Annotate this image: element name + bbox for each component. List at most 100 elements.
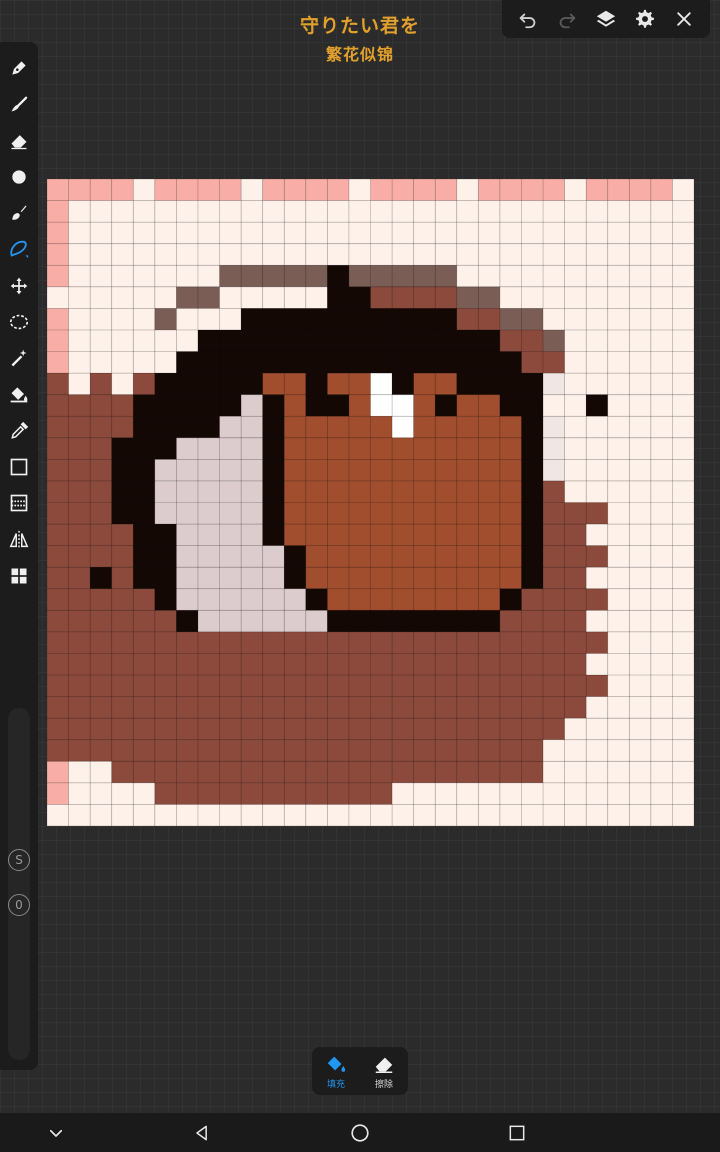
pixel-cell[interactable] [456, 179, 479, 201]
pixel-cell[interactable] [111, 739, 134, 762]
pixel-cell[interactable] [197, 373, 220, 395]
pixel-cell[interactable] [499, 200, 522, 223]
pixel-cell[interactable] [47, 524, 69, 546]
pixel-cell[interactable] [241, 610, 263, 632]
pixel-cell[interactable] [607, 567, 630, 589]
pixel-cell[interactable] [370, 480, 393, 503]
pixel-cell[interactable] [564, 567, 587, 589]
pixel-cell[interactable] [327, 480, 349, 503]
pixel-cell[interactable] [543, 610, 565, 632]
pixel-cell[interactable] [392, 567, 414, 589]
pixel-cell[interactable] [370, 631, 393, 654]
pixel-cell[interactable] [133, 373, 155, 395]
pixel-cell[interactable] [197, 761, 220, 783]
pixel-cell[interactable] [262, 394, 285, 417]
pixel-cell[interactable] [456, 394, 479, 417]
pixel-cell[interactable] [111, 286, 134, 309]
pixel-cell[interactable] [499, 416, 522, 438]
pixel-cell[interactable] [413, 567, 436, 589]
pixel-cell[interactable] [90, 739, 112, 762]
grid-apps-icon[interactable] [5, 562, 33, 590]
pixel-cell[interactable] [241, 200, 263, 223]
pixel-cell[interactable] [586, 588, 608, 611]
pixel-cell[interactable] [133, 351, 155, 374]
pixel-cell[interactable] [47, 567, 69, 589]
pixel-cell[interactable] [392, 761, 414, 783]
pixel-cell[interactable] [543, 718, 565, 740]
pixel-cell[interactable] [564, 804, 587, 826]
pixel-cell[interactable] [241, 373, 263, 395]
pixel-cell[interactable] [435, 631, 457, 654]
pixel-cell[interactable] [478, 545, 500, 568]
pixel-cell[interactable] [413, 739, 436, 762]
pixel-cell[interactable] [629, 739, 651, 762]
pixel-cell[interactable] [111, 459, 134, 481]
pixel-cell[interactable] [629, 696, 651, 719]
pixel-cell[interactable] [90, 265, 112, 287]
pixel-cell[interactable] [241, 782, 263, 805]
pixel-cell[interactable] [327, 739, 349, 762]
pixel-cell[interactable] [327, 308, 349, 330]
pixel-canvas[interactable] [47, 179, 694, 826]
pixel-cell[interactable] [543, 222, 565, 244]
pixel-cell[interactable] [68, 459, 91, 481]
pixel-cell[interactable] [133, 739, 155, 762]
pixel-cell[interactable] [586, 200, 608, 223]
pixel-cell[interactable] [133, 610, 155, 632]
opacity-button[interactable]: 0 [8, 894, 30, 916]
pixel-cell[interactable] [133, 782, 155, 805]
recents-icon[interactable] [502, 1118, 532, 1148]
pixel-cell[interactable] [370, 718, 393, 740]
pixel-cell[interactable] [370, 265, 393, 287]
pixel-cell[interactable] [564, 631, 587, 654]
pixel-cell[interactable] [456, 696, 479, 719]
pixel-cell[interactable] [499, 675, 522, 697]
pixel-cell[interactable] [154, 437, 177, 460]
pixel-cell[interactable] [262, 480, 285, 503]
pixel-cell[interactable] [176, 243, 198, 266]
pixel-cell[interactable] [197, 675, 220, 697]
pixel-cell[interactable] [456, 761, 479, 783]
pixel-cell[interactable] [370, 610, 393, 632]
pixel-cell[interactable] [154, 631, 177, 654]
eyedropper-icon[interactable] [5, 417, 33, 445]
pixel-cell[interactable] [629, 761, 651, 783]
pixel-cell[interactable] [435, 524, 457, 546]
pixel-cell[interactable] [111, 653, 134, 676]
pixel-cell[interactable] [564, 351, 587, 374]
pixel-cell[interactable] [370, 437, 393, 460]
pixel-cell[interactable] [586, 394, 608, 417]
pixel-cell[interactable] [478, 696, 500, 719]
pixel-cell[interactable] [284, 502, 306, 525]
pixel-cell[interactable] [629, 675, 651, 697]
pixel-cell[interactable] [672, 286, 694, 309]
pixel-cell[interactable] [284, 610, 306, 632]
pixel-cell[interactable] [370, 394, 393, 417]
pixel-cell[interactable] [607, 179, 630, 201]
pixel-cell[interactable] [176, 480, 198, 503]
pixel-cell[interactable] [392, 480, 414, 503]
pixel-cell[interactable] [456, 739, 479, 762]
pixel-cell[interactable] [133, 329, 155, 352]
pixel-cell[interactable] [68, 739, 91, 762]
pixel-cell[interactable] [672, 696, 694, 719]
pixel-cell[interactable] [413, 761, 436, 783]
pixel-cell[interactable] [499, 480, 522, 503]
pixel-cell[interactable] [262, 265, 285, 287]
pixel-cell[interactable] [586, 545, 608, 568]
pixel-cell[interactable] [68, 524, 91, 546]
pixel-cell[interactable] [327, 631, 349, 654]
pixel-cell[interactable] [499, 631, 522, 654]
pixel-cell[interactable] [543, 675, 565, 697]
pixel-cell[interactable] [47, 631, 69, 654]
pixel-cell[interactable] [499, 588, 522, 611]
pixel-cell[interactable] [607, 351, 630, 374]
pixel-cell[interactable] [650, 416, 673, 438]
pixel-cell[interactable] [284, 588, 306, 611]
pixel-cell[interactable] [650, 804, 673, 826]
pixel-cell[interactable] [68, 480, 91, 503]
pixel-cell[interactable] [413, 243, 436, 266]
pixel-cell[interactable] [327, 653, 349, 676]
pixel-cell[interactable] [435, 179, 457, 201]
pixel-cell[interactable] [586, 459, 608, 481]
